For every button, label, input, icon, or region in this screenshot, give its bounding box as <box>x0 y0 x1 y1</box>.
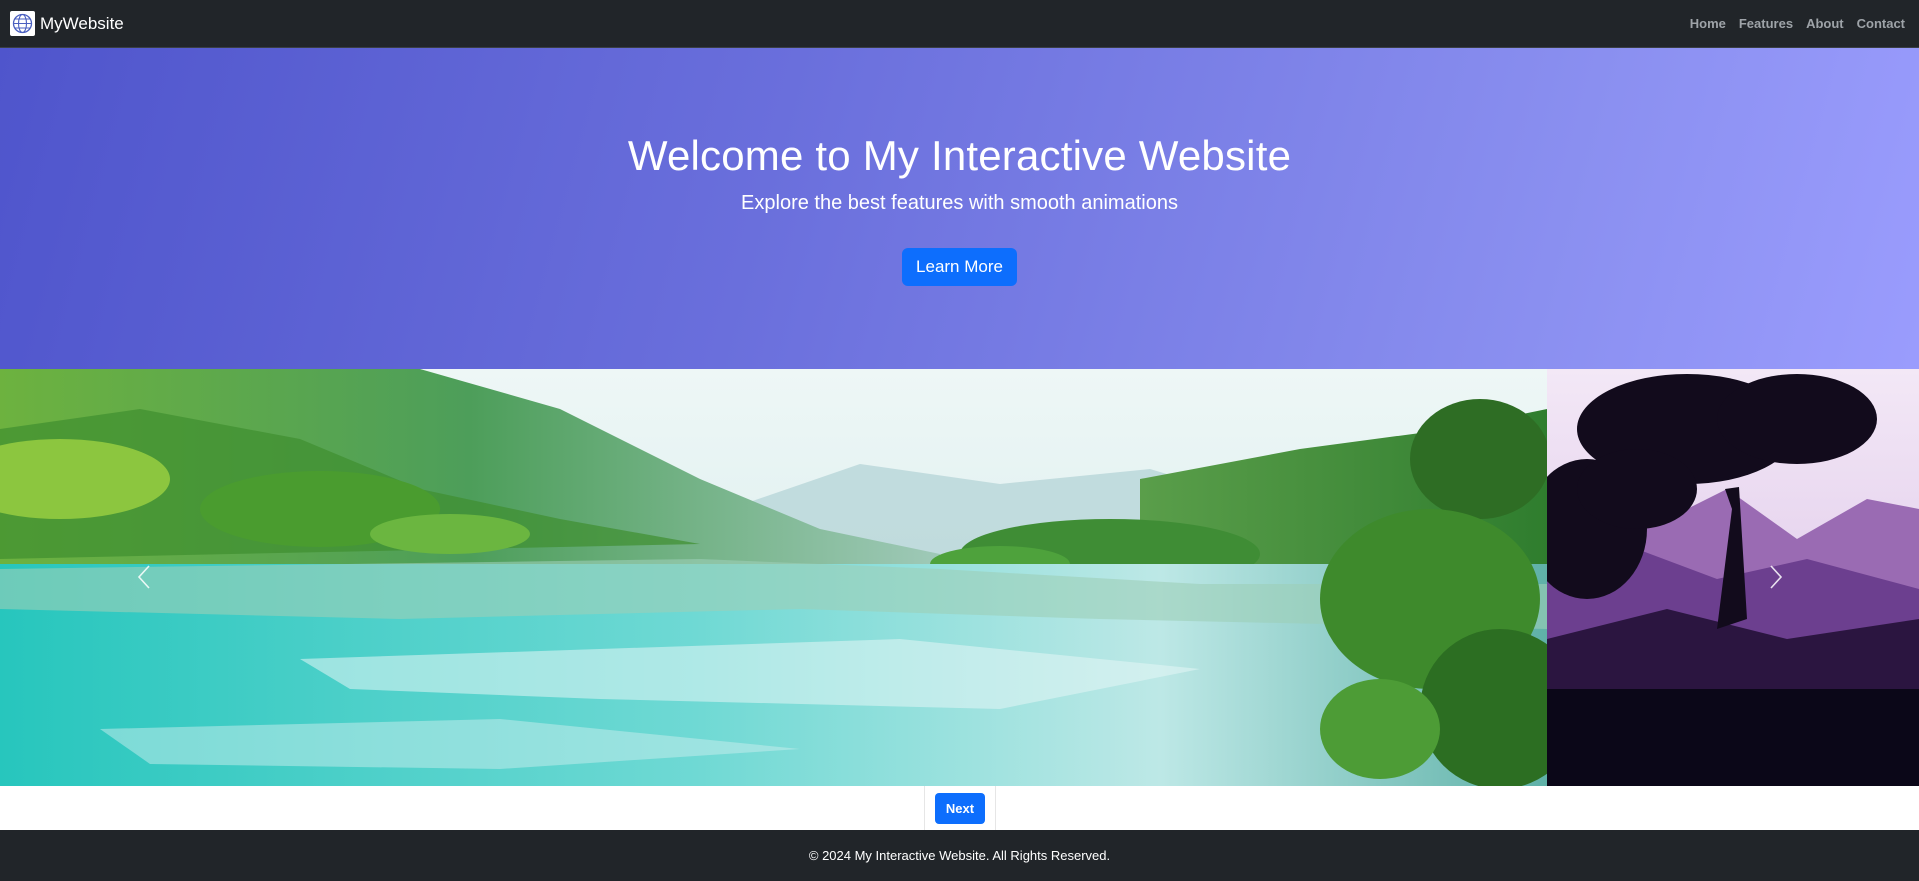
globe-icon <box>10 11 35 36</box>
nav-link-about[interactable]: About <box>1806 16 1844 31</box>
navbar-brand[interactable]: MyWebsite <box>10 11 124 36</box>
next-button[interactable]: Next <box>934 792 986 824</box>
nav-link-features[interactable]: Features <box>1739 16 1793 31</box>
nav-link-contact[interactable]: Contact <box>1857 16 1905 31</box>
hero-title: Welcome to My Interactive Website <box>627 132 1292 179</box>
learn-more-button[interactable]: Learn More <box>902 248 1017 286</box>
hero-section: Welcome to My Interactive Website Explor… <box>0 48 1919 369</box>
chevron-left-icon[interactable] <box>114 547 174 607</box>
nav-links: Home Features About Contact <box>1690 16 1909 31</box>
brand-name: MyWebsite <box>40 13 124 33</box>
image-carousel <box>0 369 1919 786</box>
lake-landscape-image <box>0 369 1547 786</box>
purple-mountain-silhouette-image <box>1547 369 1919 786</box>
chevron-right-icon[interactable] <box>1746 547 1806 607</box>
hero-subtitle: Explore the best features with smooth an… <box>741 192 1178 214</box>
footer: © 2024 My Interactive Website. All Right… <box>0 830 1919 881</box>
next-button-container: Next <box>924 786 996 830</box>
copyright-text: © 2024 My Interactive Website. All Right… <box>808 848 1111 863</box>
navbar: MyWebsite Home Features About Contact <box>0 0 1919 48</box>
nav-link-home[interactable]: Home <box>1690 16 1726 31</box>
